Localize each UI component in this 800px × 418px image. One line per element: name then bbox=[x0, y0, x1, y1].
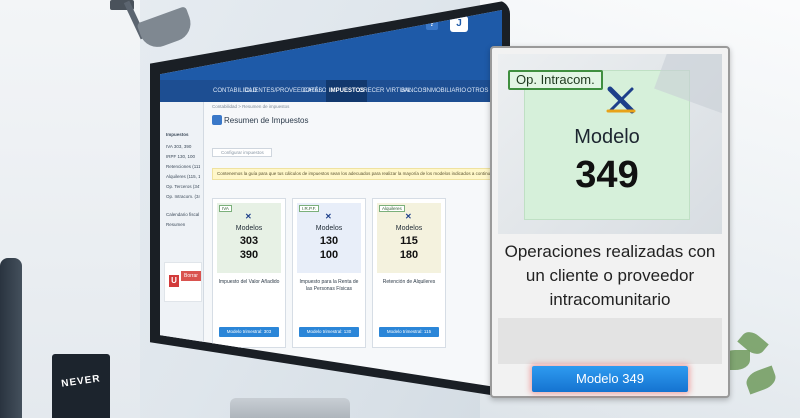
sidebar-item-calendario[interactable]: Calendario fiscal bbox=[166, 212, 200, 217]
breadcrumb: Contabilidad > Resumen de impuestos bbox=[212, 104, 290, 109]
sidebar-item-intracom[interactable]: Op. Intracom. (349) bbox=[166, 194, 200, 199]
tax-card-model-label: Modelos bbox=[395, 225, 423, 232]
tax-card-model-number: 115 bbox=[400, 235, 418, 247]
model-number: 349 bbox=[575, 154, 639, 196]
tax-card-model-number: 390 bbox=[239, 249, 259, 261]
nav-item-inmobiliario[interactable]: Inmobiliario bbox=[422, 80, 469, 102]
aeat-logo-icon: ✕ bbox=[325, 212, 332, 221]
tax-card-description: Impuesto para la Renta de las Personas F… bbox=[299, 279, 359, 292]
model-description: Operaciones realizadas con un cliente o … bbox=[504, 242, 716, 309]
promo-header: Op. Intracom. Modelo 349 bbox=[498, 54, 722, 234]
nav-item-otros[interactable]: Otros bbox=[464, 80, 491, 102]
tax-card-tag: IVA bbox=[219, 205, 232, 212]
model-label: Modelo bbox=[574, 126, 640, 148]
tax-card-description: Retención de Alquileres bbox=[382, 279, 436, 285]
op-intracom-tag: Op. Intracom. bbox=[508, 70, 603, 90]
sidebar-item-impuestos[interactable]: Impuestos bbox=[166, 132, 200, 137]
tax-card-alquileres: Alquileres ✕ Modelos 115 180 Retención d… bbox=[372, 198, 446, 348]
tax-card-model-number: 303 bbox=[239, 235, 259, 247]
sidebar-item-retenciones[interactable]: Retenciones (111, 190) bbox=[166, 164, 200, 169]
tax-card-model-number: 100 bbox=[319, 249, 339, 261]
model-349-button[interactable]: Modelo 349 bbox=[532, 366, 688, 392]
tax-card-thumb: IVA ✕ Modelos 303 390 bbox=[217, 203, 281, 273]
tax-card-tag: I.R.P.F. bbox=[299, 205, 320, 212]
tax-card-model-label: Modelos bbox=[235, 225, 263, 232]
sidebar-item-resumen[interactable]: Resumen bbox=[166, 222, 200, 227]
sidebar-item-irpf[interactable]: IRPF 130, 100 bbox=[166, 154, 200, 159]
exit-button[interactable]: Borrar bbox=[181, 271, 201, 281]
tax-card-irpf: I.R.P.F. ✕ Modelos 130 100 Impuesto para… bbox=[292, 198, 366, 348]
app-topbar: ? J bbox=[160, 10, 502, 80]
aeat-logo-icon: ✕ bbox=[245, 212, 252, 221]
tax-card-description: Impuesto del Valor Añadido bbox=[218, 279, 280, 285]
monitor-stand bbox=[230, 398, 350, 418]
sidebar-item-iva[interactable]: IVA 303, 390 bbox=[166, 144, 200, 149]
aeat-logo-icon: ✕ bbox=[405, 212, 412, 221]
bottle bbox=[0, 258, 22, 418]
tax-card-iva: IVA ✕ Modelos 303 390 Impuesto del Valor… bbox=[212, 198, 286, 348]
tax-card-thumb: Alquileres ✕ Modelos 115 180 bbox=[377, 203, 441, 273]
tax-card-model-label: Modelos bbox=[315, 225, 343, 232]
tax-card-button[interactable]: Modelo trimestral: 303 bbox=[219, 327, 279, 337]
tax-card-thumb: I.R.P.F. ✕ Modelos 130 100 bbox=[297, 203, 361, 273]
promo-divider bbox=[498, 318, 722, 364]
tax-card-button[interactable]: Modelo trimestral: 130 bbox=[299, 327, 359, 337]
info-note: Contenemos la guía para que tus cálculos… bbox=[212, 168, 492, 180]
tax-card-model-number: 130 bbox=[319, 235, 339, 247]
summary-icon bbox=[212, 115, 222, 125]
aeat-logo-icon bbox=[606, 86, 636, 114]
page-title: Resumen de Impuestos bbox=[224, 116, 309, 125]
tax-card-button[interactable]: Modelo trimestral: 115 bbox=[379, 327, 439, 337]
sidebar-item-alquileres[interactable]: Alquileres (115, 180) bbox=[166, 174, 200, 179]
tax-card-model-number: 180 bbox=[399, 249, 419, 261]
lamp-head bbox=[136, 6, 196, 52]
user-initial-icon: U bbox=[169, 275, 179, 287]
monitor-screen: ? J Contabilidad Clientes/Proveedores Ca… bbox=[160, 10, 502, 388]
app-main: Contabilidad > Resumen de impuestos Resu… bbox=[206, 102, 502, 388]
sidebar-user-panel: U Borrar bbox=[164, 262, 202, 302]
model-349-card: Op. Intracom. Modelo 349 Operaciones rea… bbox=[490, 46, 730, 398]
sidebar-item-terceros[interactable]: Op. Terceros (347) bbox=[166, 184, 200, 189]
desk-lamp bbox=[110, 0, 210, 52]
configure-taxes-input[interactable]: Configurar impuestos bbox=[212, 148, 272, 157]
tax-card-tag: Alquileres bbox=[379, 205, 405, 212]
